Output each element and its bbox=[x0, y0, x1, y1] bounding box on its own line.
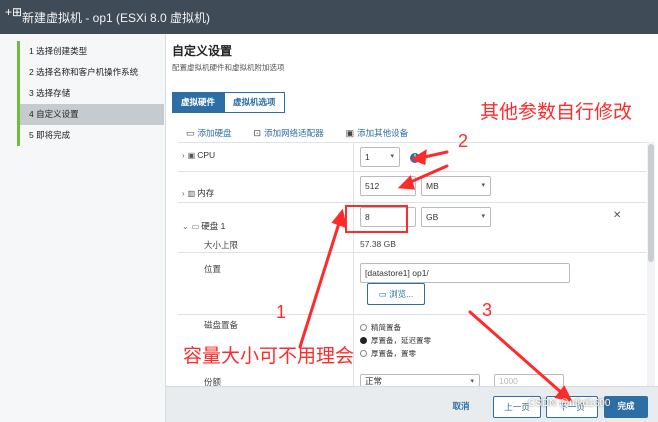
disk-location-input[interactable]: [datastore1] op1/ bbox=[360, 263, 570, 283]
title-bar: +⊞ 新建虚拟机 - op1 (ESXi 8.0 虚拟机) bbox=[0, 0, 658, 34]
step-ready[interactable]: 5 即将完成 bbox=[17, 125, 164, 146]
disk-row-label[interactable]: ⌄ ▭ 硬盘 1 bbox=[182, 220, 225, 232]
row-divider bbox=[178, 314, 648, 315]
annotation-capacity-note: 容量大小可不用理会 bbox=[183, 346, 355, 367]
step-select-type[interactable]: 1 选择创建类型 bbox=[17, 41, 164, 62]
memory-input[interactable]: 512 bbox=[360, 176, 416, 196]
watermark: CSDN @nfkd1600 bbox=[528, 398, 611, 409]
chevron-down-icon: ▾ bbox=[481, 182, 485, 189]
disk-label: 硬盘 1 bbox=[201, 221, 226, 231]
step-storage[interactable]: 3 选择存储 bbox=[17, 83, 164, 104]
wizard-steps: 1 选择创建类型 2 选择名称和客户机操作系统 3 选择存储 4 自定义设置 5… bbox=[0, 34, 166, 422]
provisioning-eager-label: 厚置备，置零 bbox=[371, 349, 416, 358]
device-icon: ▣ bbox=[345, 127, 355, 138]
cpu-row-label[interactable]: › ▣ CPU bbox=[182, 150, 215, 160]
add-disk-button[interactable]: ▭ 添加硬盘 bbox=[186, 127, 232, 139]
page-title: 自定义设置 bbox=[172, 44, 233, 58]
memory-row-label[interactable]: › ▥ 内存 bbox=[182, 187, 214, 199]
row-divider bbox=[178, 252, 648, 253]
add-nic-label: 添加网络适配器 bbox=[264, 128, 324, 138]
annotation-number-3: 3 bbox=[482, 300, 493, 320]
disk-provisioning-label: 磁盘置备 bbox=[204, 320, 239, 330]
remove-disk-icon[interactable]: ✕ bbox=[613, 210, 621, 221]
provisioning-lazy-label: 厚置备，延迟置零 bbox=[371, 336, 431, 345]
finish-button[interactable]: 完成 bbox=[604, 396, 648, 418]
browse-button[interactable]: ▭ 浏览... bbox=[367, 283, 425, 305]
annotation-number-2: 2 bbox=[458, 131, 469, 151]
row-divider bbox=[178, 202, 648, 203]
provisioning-thin-radio[interactable]: 精简置备 bbox=[360, 322, 401, 333]
shares-value: 正常 bbox=[365, 376, 383, 386]
add-other-label: 添加其他设备 bbox=[357, 128, 409, 138]
radio-icon bbox=[360, 324, 367, 331]
add-disk-label: 添加硬盘 bbox=[197, 128, 232, 138]
chevron-right-icon: › bbox=[182, 150, 185, 160]
provisioning-thin-label: 精简置备 bbox=[371, 323, 401, 332]
chevron-down-icon: ⌄ bbox=[182, 221, 189, 231]
disk-max-label: 大小上限 bbox=[204, 240, 239, 250]
disk-icon: ▭ bbox=[186, 127, 195, 138]
tab-vm-options[interactable]: 虚拟机选项 bbox=[224, 92, 285, 113]
add-vm-icon: +⊞ bbox=[5, 5, 23, 19]
row-divider bbox=[178, 142, 648, 143]
info-icon[interactable]: ! bbox=[410, 153, 420, 163]
network-icon: ⊡ bbox=[253, 127, 262, 138]
memory-unit-select[interactable]: MB ▾ bbox=[421, 176, 491, 196]
chevron-down-icon: ▾ bbox=[390, 153, 394, 160]
shares-amount: 1000 bbox=[499, 376, 518, 386]
tab-virtual-hardware[interactable]: 虚拟硬件 bbox=[172, 92, 225, 113]
provisioning-lazy-radio[interactable]: 厚置备，延迟置零 bbox=[360, 335, 431, 346]
cpu-icon: ▣ bbox=[187, 150, 196, 160]
page-subtitle: 配置虚拟机硬件和虚拟机附加选项 bbox=[172, 63, 285, 72]
add-other-device-button[interactable]: ▣ 添加其他设备 bbox=[346, 127, 409, 139]
main-panel: 自定义设置 配置虚拟机硬件和虚拟机附加选项 虚拟硬件 虚拟机选项 ▭ 添加硬盘 … bbox=[166, 34, 658, 387]
chevron-down-icon: ▾ bbox=[481, 213, 485, 220]
memory-unit: MB bbox=[426, 181, 439, 191]
cpu-select[interactable]: 1 ▾ bbox=[360, 147, 400, 167]
add-nic-button[interactable]: ⊡ 添加网络适配器 bbox=[254, 127, 324, 139]
provisioning-eager-radio[interactable]: 厚置备，置零 bbox=[360, 348, 416, 359]
disk-size-highlight-box bbox=[345, 205, 408, 233]
step-name-os[interactable]: 2 选择名称和客户机操作系统 bbox=[17, 62, 164, 83]
chevron-right-icon: › bbox=[182, 188, 185, 198]
memory-label: 内存 bbox=[197, 188, 215, 198]
tab-bar: 虚拟硬件 虚拟机选项 bbox=[172, 92, 285, 113]
folder-icon: ▭ bbox=[378, 289, 387, 299]
cpu-label: CPU bbox=[197, 150, 216, 160]
cpu-value: 1 bbox=[365, 152, 370, 162]
annotation-number-1: 1 bbox=[276, 302, 287, 322]
content-scrollbar[interactable] bbox=[647, 142, 655, 386]
disk-max-value: 57.38 GB bbox=[360, 239, 396, 249]
cancel-button[interactable]: 取消 bbox=[442, 396, 480, 418]
radio-icon bbox=[360, 350, 367, 357]
scrollbar-thumb[interactable] bbox=[648, 144, 654, 262]
radio-selected-icon bbox=[360, 337, 367, 344]
disk-icon: ▭ bbox=[191, 221, 200, 231]
disk-unit-select[interactable]: GB ▾ bbox=[421, 207, 491, 227]
step-customize[interactable]: 4 自定义设置 bbox=[17, 104, 164, 125]
row-divider bbox=[178, 171, 648, 172]
window-title: 新建虚拟机 - op1 (ESXi 8.0 虚拟机) bbox=[22, 11, 211, 25]
disk-unit: GB bbox=[426, 212, 439, 222]
annotation-other-params: 其他参数自行修改 bbox=[480, 102, 633, 123]
browse-label: 浏览... bbox=[389, 289, 414, 299]
hardware-toolbar: ▭ 添加硬盘 ⊡ 添加网络适配器 ▣ 添加其他设备 bbox=[186, 127, 430, 139]
disk-location-label: 位置 bbox=[204, 264, 222, 274]
memory-icon: ▥ bbox=[187, 188, 196, 198]
